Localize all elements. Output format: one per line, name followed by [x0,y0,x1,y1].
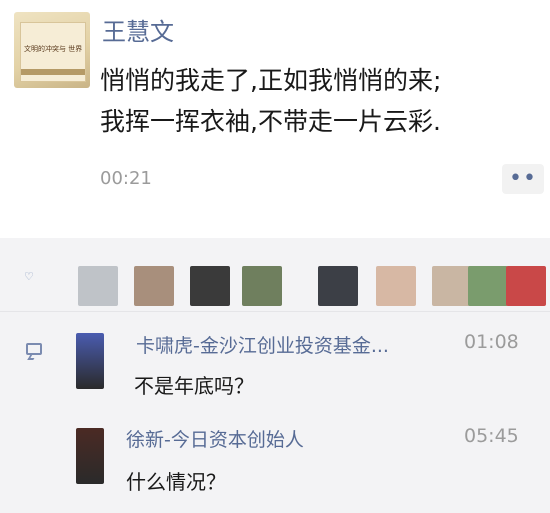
post-text-line-1: 悄悄的我走了,正如我悄悄的来; [100,66,442,95]
commenter-avatar[interactable] [76,428,104,484]
commenter-name[interactable]: 卡啸虎-金沙江创业投资基金... [136,331,389,358]
likes-row: ♡ [0,238,550,312]
book-cover-image: 文明的冲突与 世界秩序的重建 [20,22,86,82]
post-time: 00:21 [100,168,152,189]
comment-time: 01:08 [464,331,519,353]
like-avatar[interactable] [134,266,174,306]
more-actions-button[interactable]: •• [502,164,544,194]
comment-icon [26,343,42,355]
comment-text: 不是年底吗？ [134,374,254,398]
book-cover-band [21,69,85,75]
commenter-avatar[interactable] [76,333,104,389]
book-cover-text: 文明的冲突与 世界秩序的重建 [24,45,82,53]
like-avatar[interactable] [190,266,230,306]
comment-text: 什么情况？ [126,470,226,494]
like-avatar[interactable] [78,266,118,306]
like-avatar[interactable] [376,266,416,306]
post-text: 悄悄的我走了,正如我悄悄的来; 我挥一挥衣袖,不带走一片云彩. [100,60,540,142]
like-avatar[interactable] [506,266,546,306]
heart-icon: ♡ [24,270,34,283]
author-avatar[interactable]: 文明的冲突与 世界秩序的重建 [14,12,90,88]
post-text-line-2: 我挥一挥衣袖,不带走一片云彩. [100,107,441,136]
commenter-name[interactable]: 徐新-今日资本创始人 [126,425,304,452]
likes-divider [0,311,550,312]
more-dots-icon: •• [509,166,537,191]
like-avatar[interactable] [242,266,282,306]
like-avatar[interactable] [318,266,358,306]
comment-time: 05:45 [464,425,519,447]
like-avatar[interactable] [468,266,508,306]
like-avatar[interactable] [432,266,472,306]
author-name[interactable]: 王慧文 [102,17,174,47]
